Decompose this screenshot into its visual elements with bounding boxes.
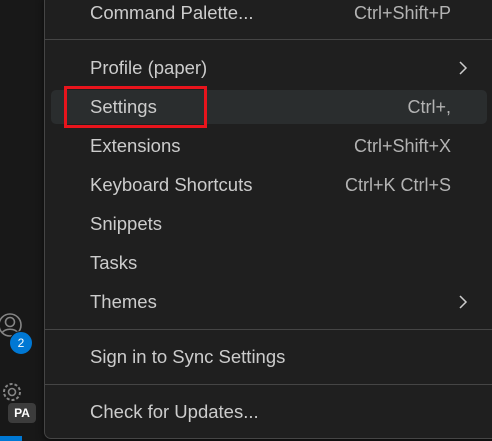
menu-item-shortcut: Ctrl+Shift+X [353,135,451,156]
settings-highlight-box [64,86,207,128]
manage-gear-icon[interactable] [0,378,28,406]
menu-item-check-updates[interactable]: Check for Updates... [51,395,487,429]
active-indicator [0,436,22,441]
menu-item-label: Command Palette... [90,2,254,23]
menu-item-themes[interactable]: Themes [51,285,487,319]
menu-separator [45,384,492,385]
menu-item-profile[interactable]: Profile (paper) [51,51,487,85]
menu-item-snippets[interactable]: Snippets [51,207,487,241]
menu-item-label: Profile (paper) [90,57,208,78]
activity-bar: 2 PA [0,0,44,441]
menu-item-tasks[interactable]: Tasks [51,246,487,280]
chevron-right-icon [459,295,468,309]
menu-separator [45,329,492,330]
menu-item-command-palette[interactable]: Command Palette... Ctrl+Shift+P [51,0,487,30]
menu-item-shortcut: Ctrl+Shift+P [353,2,451,23]
menu-item-shortcut: Ctrl+K Ctrl+S [344,174,451,195]
profile-badge: PA [8,403,36,423]
menu-item-keyboard-shortcuts[interactable]: Keyboard Shortcuts Ctrl+K Ctrl+S [51,168,487,202]
menu-item-label: Keyboard Shortcuts [90,174,253,195]
menu-item-label: Extensions [90,135,181,156]
menu-item-label: Check for Updates... [90,401,259,422]
menu-item-shortcut: Ctrl+, [407,96,451,117]
menu-separator [45,39,492,40]
menu-item-label: Sign in to Sync Settings [90,346,286,367]
chevron-right-icon [459,61,468,75]
accounts-badge: 2 [9,331,33,355]
menu-item-label: Tasks [90,252,138,273]
menu-item-extensions[interactable]: Extensions Ctrl+Shift+X [51,129,487,163]
menu-item-label: Snippets [90,213,162,234]
menu-item-sign-in-sync[interactable]: Sign in to Sync Settings [51,340,487,374]
menu-item-label: Themes [90,291,157,312]
manage-context-menu: Command Palette... Ctrl+Shift+P Profile … [44,0,492,439]
